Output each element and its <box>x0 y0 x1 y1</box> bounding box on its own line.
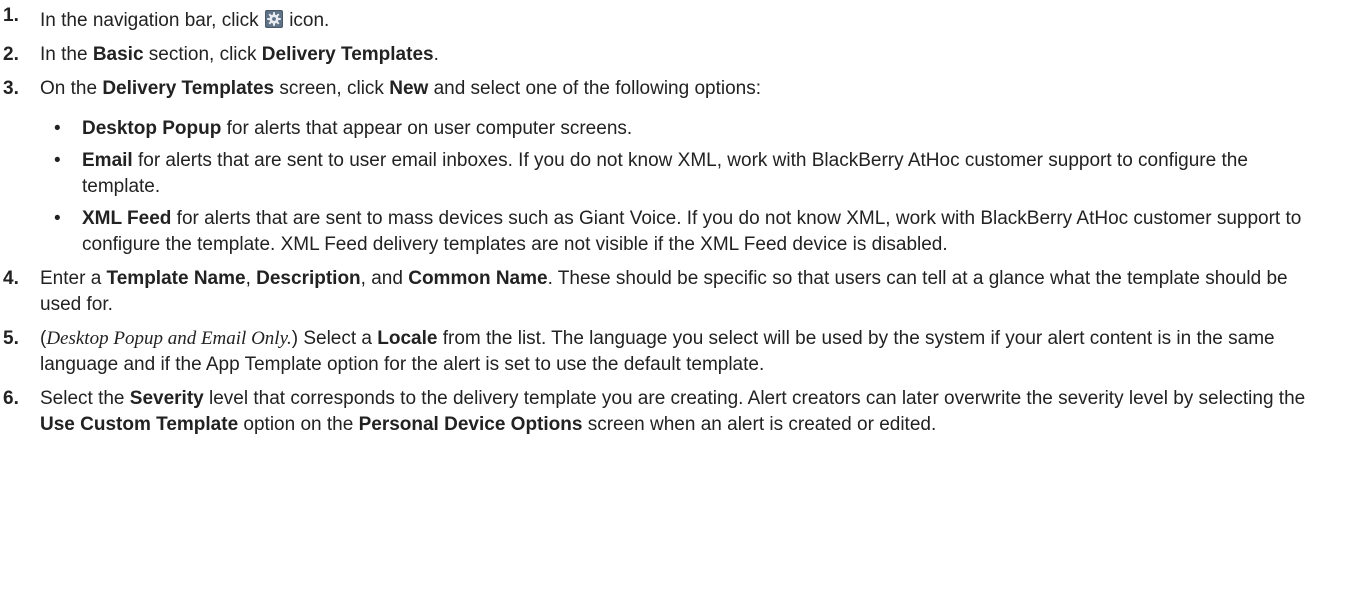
bullet-marker: • <box>54 150 61 171</box>
option-desktop-popup: • Desktop Popup for alerts that appear o… <box>40 116 1330 142</box>
step-text: ) Select a <box>291 328 378 349</box>
step-4: 4. Enter a Template Name, Description, a… <box>0 266 1330 318</box>
step-text: icon. <box>283 10 330 31</box>
option-text: for alerts that appear on user computer … <box>221 118 633 139</box>
step-6: 6. Select the Severity level that corres… <box>0 386 1330 438</box>
step-text: section, click <box>143 44 262 65</box>
option-term: Desktop Popup <box>82 118 222 139</box>
gear-icon <box>264 10 283 28</box>
option-email: • Email for alerts that are sent to user… <box>40 148 1330 200</box>
step-number: 4. <box>3 268 19 289</box>
ui-term-personal-device-options: Personal Device Options <box>358 414 583 435</box>
bullet-marker: • <box>54 118 61 139</box>
step-text: screen when an alert is created or edite… <box>582 414 937 435</box>
step-text: and select one of the following options: <box>428 78 762 99</box>
step-5: 5. (Desktop Popup and Email Only.) Selec… <box>0 326 1330 378</box>
option-text: for alerts that are sent to mass devices… <box>82 208 1302 255</box>
step-text: On the <box>40 78 103 99</box>
option-term: Email <box>82 150 133 171</box>
step-1: 1. In the navigation bar, click icon. <box>0 5 1330 34</box>
ui-term-delivery-templates: Delivery Templates <box>261 44 434 65</box>
ui-term-locale: Locale <box>377 328 438 349</box>
bullet-marker: • <box>54 208 61 229</box>
step-text: level that corresponds to the delivery t… <box>203 388 1306 409</box>
option-term: XML Feed <box>82 208 172 229</box>
ui-term-delivery-templates: Delivery Templates <box>102 78 275 99</box>
ui-term-common-name: Common Name <box>408 268 548 289</box>
ui-term-severity: Severity <box>129 388 204 409</box>
step-text: option on the <box>238 414 359 435</box>
step-number: 3. <box>3 78 19 99</box>
option-xml-feed: • XML Feed for alerts that are sent to m… <box>40 206 1330 258</box>
step-text: , and <box>360 268 409 289</box>
ui-term-description: Description <box>256 268 361 289</box>
procedure-steps: 1. In the navigation bar, click icon. 2.… <box>0 0 1353 438</box>
ui-term-new: New <box>389 78 429 99</box>
ui-term-basic: Basic <box>92 44 144 65</box>
step-text: Select the <box>40 388 130 409</box>
option-text: for alerts that are sent to user email i… <box>82 150 1248 197</box>
scope-note: Desktop Popup and Email Only. <box>46 328 292 349</box>
ui-term-template-name: Template Name <box>106 268 246 289</box>
ui-term-use-custom-template: Use Custom Template <box>40 414 239 435</box>
step-2: 2. In the Basic section, click Delivery … <box>0 42 1330 68</box>
step-text: . <box>433 44 439 65</box>
step-text: screen, click <box>274 78 390 99</box>
step-text: Enter a <box>40 268 107 289</box>
step-text: In the <box>40 44 93 65</box>
step-number: 5. <box>3 328 19 349</box>
step-number: 1. <box>3 5 19 26</box>
step-number: 6. <box>3 388 19 409</box>
step-text: , <box>245 268 257 289</box>
step-3: 3. On the Delivery Templates screen, cli… <box>0 76 1330 258</box>
option-list: • Desktop Popup for alerts that appear o… <box>40 116 1330 258</box>
step-number: 2. <box>3 44 19 65</box>
step-text: In the navigation bar, click <box>40 10 264 31</box>
